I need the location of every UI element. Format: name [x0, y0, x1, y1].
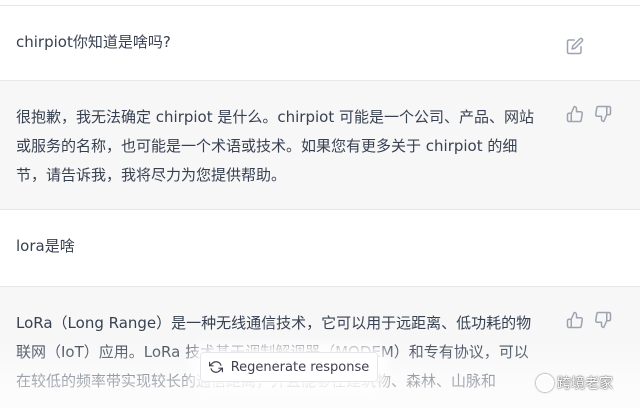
thumbs-up-icon[interactable]	[566, 105, 584, 123]
chat-thread: chirpiot你知道是啥吗? 很抱歉，我无法确定 chirpiot 是什么。c…	[0, 0, 640, 408]
user-message: chirpiot你知道是啥吗?	[0, 6, 640, 81]
thumbs-down-icon[interactable]	[594, 311, 612, 329]
message-text: 很抱歉，我无法确定 chirpiot 是什么。chirpiot 可能是一个公司、…	[16, 108, 534, 184]
message-text: lora是啥	[16, 237, 75, 255]
thumbs-up-icon[interactable]	[566, 311, 584, 329]
refresh-icon	[208, 360, 223, 374]
regenerate-response-button[interactable]: Regenerate response	[200, 352, 378, 382]
regenerate-label: Regenerate response	[230, 359, 370, 375]
assistant-message: 很抱歉，我无法确定 chirpiot 是什么。chirpiot 可能是一个公司、…	[0, 81, 640, 210]
edit-icon[interactable]	[566, 37, 584, 55]
user-message: lora是啥	[0, 210, 640, 287]
watermark-text: 跨境老家	[557, 376, 613, 392]
message-text: chirpiot你知道是啥吗?	[16, 33, 171, 51]
thumbs-down-icon[interactable]	[594, 105, 612, 123]
watermark: 跨境老家	[536, 371, 613, 395]
watermark-logo-icon	[536, 374, 554, 392]
